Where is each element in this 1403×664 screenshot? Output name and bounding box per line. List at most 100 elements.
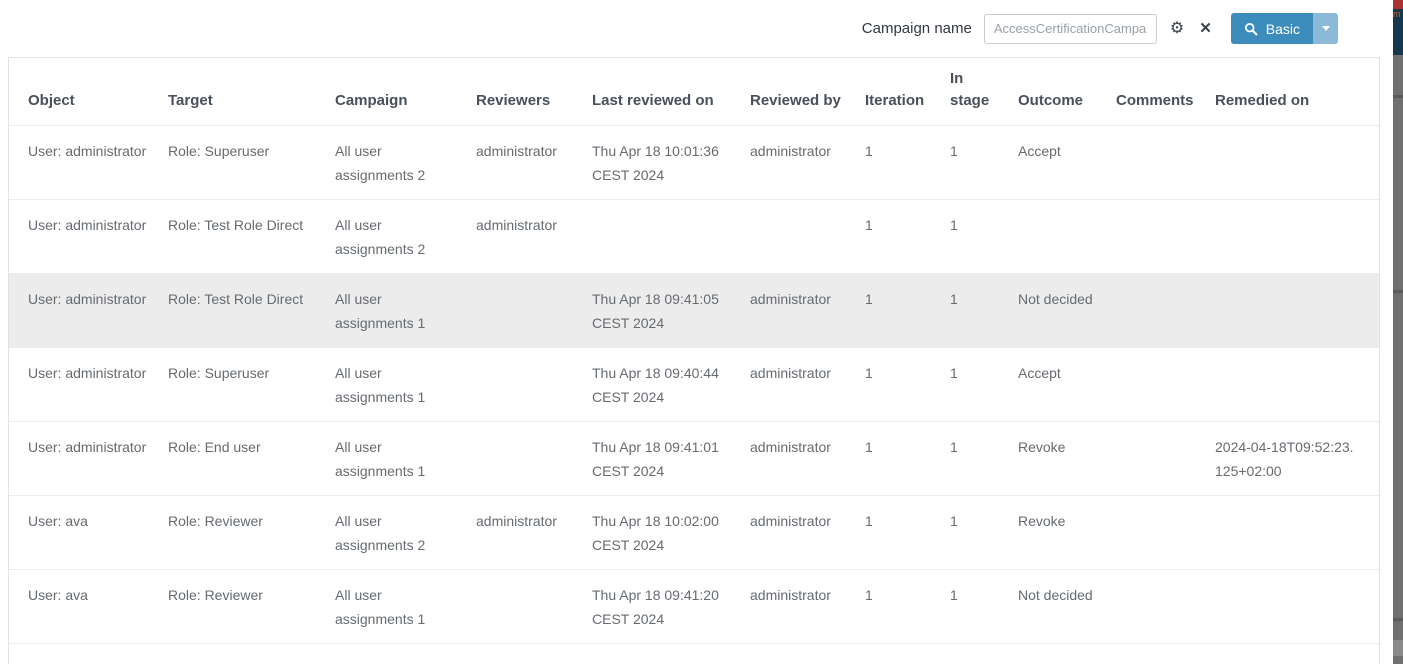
basic-search-label: Basic xyxy=(1266,21,1300,37)
cell-outcome: Not decided xyxy=(1018,274,1116,348)
column-header-remedied_on[interactable]: Remedied on xyxy=(1215,58,1380,126)
column-header-last_reviewed_on[interactable]: Last reviewed on xyxy=(592,58,750,126)
cell-remedied_on xyxy=(1215,274,1380,348)
column-header-outcome[interactable]: Outcome xyxy=(1018,58,1116,126)
column-header-comments[interactable]: Comments xyxy=(1116,58,1215,126)
cell-remedied_on: 2024-04-18T09:52:23.125+02:00 xyxy=(1215,644,1380,664)
table-row[interactable]: User: avaRole: ReviewerAll user assignme… xyxy=(9,570,1380,644)
cell-target: Role: Reviewer xyxy=(168,570,335,644)
table-row[interactable]: User: administratorRole: End userAll use… xyxy=(9,422,1380,496)
cell-object: User: administrator xyxy=(9,348,168,422)
magnifier-icon xyxy=(1244,22,1258,36)
cell-comments xyxy=(1116,200,1215,274)
cell-comments xyxy=(1116,422,1215,496)
cell-outcome: Accept xyxy=(1018,126,1116,200)
cell-object: User: ava xyxy=(9,496,168,570)
cell-object: User: bob xyxy=(9,644,168,664)
table-row[interactable]: User: avaRole: ReviewerAll user assignme… xyxy=(9,496,1380,570)
cell-reviewed_by: administrator xyxy=(750,570,865,644)
cell-last_reviewed_on: Thu Apr 18 10:01:36 CEST 2024 xyxy=(592,126,750,200)
cell-campaign: All user assignments 2 xyxy=(335,200,476,274)
cell-in_stage: 1 xyxy=(950,200,1018,274)
basic-search-button[interactable]: Basic xyxy=(1231,13,1313,44)
sliver-divider xyxy=(1393,95,1403,98)
cell-object: User: administrator xyxy=(9,200,168,274)
cell-target: Role: Superuser xyxy=(168,348,335,422)
sliver-light-block xyxy=(1393,640,1403,656)
campaign-name-input[interactable] xyxy=(984,14,1157,44)
cell-last_reviewed_on: Thu Apr 18 09:41:20 CEST 2024 xyxy=(592,570,750,644)
cell-iteration: 1 xyxy=(865,348,950,422)
cell-outcome: Revoke xyxy=(1018,422,1116,496)
cell-target: Role: Test Role Direct xyxy=(168,274,335,348)
clear-search-icon[interactable]: ✕ xyxy=(1197,19,1214,38)
column-header-campaign[interactable]: Campaign xyxy=(335,58,476,126)
cell-campaign: All user assignments 2 xyxy=(335,126,476,200)
cell-reviewers xyxy=(476,644,592,664)
cell-reviewers xyxy=(476,348,592,422)
cell-reviewers xyxy=(476,570,592,644)
cell-remedied_on xyxy=(1215,200,1380,274)
cell-object: User: administrator xyxy=(9,126,168,200)
cell-outcome: Revoke xyxy=(1018,644,1116,664)
cell-reviewers: administrator xyxy=(476,496,592,570)
cell-iteration: 1 xyxy=(865,422,950,496)
certification-decisions-panel: ObjectTargetCampaignReviewersLast review… xyxy=(8,57,1380,664)
cell-reviewed_by: administrator xyxy=(750,644,865,664)
table-row[interactable]: User: bobRole: DeveloperAll user assignm… xyxy=(9,644,1380,664)
cell-reviewed_by: administrator xyxy=(750,348,865,422)
cell-campaign: All user assignments 2 xyxy=(335,496,476,570)
cell-last_reviewed_on: Thu Apr 18 10:02:00 CEST 2024 xyxy=(592,496,750,570)
sliver-red-block xyxy=(1393,0,1403,9)
column-header-in_stage[interactable]: In stage xyxy=(950,58,1018,126)
cell-in_stage: 1 xyxy=(950,422,1018,496)
cell-reviewed_by: administrator xyxy=(750,496,865,570)
table-row[interactable]: User: administratorRole: SuperuserAll us… xyxy=(9,126,1380,200)
cell-object: User: administrator xyxy=(9,422,168,496)
cell-comments xyxy=(1116,570,1215,644)
cell-target: Role: Developer xyxy=(168,644,335,664)
table-row[interactable]: User: administratorRole: SuperuserAll us… xyxy=(9,348,1380,422)
column-header-object[interactable]: Object xyxy=(9,58,168,126)
cell-iteration: 1 xyxy=(865,496,950,570)
cell-in_stage: 1 xyxy=(950,348,1018,422)
cell-last_reviewed_on: Thu Apr 18 09:41:01 CEST 2024 xyxy=(592,422,750,496)
table-row[interactable]: User: administratorRole: Test Role Direc… xyxy=(9,200,1380,274)
caret-down-icon xyxy=(1322,26,1330,31)
cell-remedied_on: 2024-04-18T09:52:23.125+02:00 xyxy=(1215,422,1380,496)
cell-reviewed_by: administrator xyxy=(750,422,865,496)
cell-iteration: 1 xyxy=(865,570,950,644)
cell-remedied_on xyxy=(1215,570,1380,644)
cell-reviewed_by: administrator xyxy=(750,274,865,348)
certification-items-table: ObjectTargetCampaignReviewersLast review… xyxy=(9,58,1380,664)
table-row[interactable]: User: administratorRole: Test Role Direc… xyxy=(9,274,1380,348)
cell-outcome: Accept xyxy=(1018,348,1116,422)
cell-campaign: All user assignments 1 xyxy=(335,348,476,422)
column-header-target[interactable]: Target xyxy=(168,58,335,126)
cell-remedied_on xyxy=(1215,126,1380,200)
search-mode-dropdown-button[interactable] xyxy=(1313,13,1338,44)
cell-reviewers xyxy=(476,422,592,496)
cell-comments xyxy=(1116,644,1215,664)
cell-target: Role: Test Role Direct xyxy=(168,200,335,274)
cell-reviewers: administrator xyxy=(476,200,592,274)
table-header-row: ObjectTargetCampaignReviewersLast review… xyxy=(9,58,1380,126)
cell-outcome: Not decided xyxy=(1018,570,1116,644)
cell-in_stage: 1 xyxy=(950,644,1018,664)
sliver-navy-header: m xyxy=(1393,9,1403,55)
cell-iteration: 1 xyxy=(865,200,950,274)
column-header-iteration[interactable]: Iteration xyxy=(865,58,950,126)
cell-remedied_on xyxy=(1215,496,1380,570)
cell-last_reviewed_on: Thu Apr 18 09:40:44 CEST 2024 xyxy=(592,348,750,422)
sliver-divider xyxy=(1393,290,1403,293)
search-settings-gear-icon[interactable]: ⚙ xyxy=(1168,19,1186,39)
cell-outcome: Revoke xyxy=(1018,496,1116,570)
column-header-reviewed_by[interactable]: Reviewed by xyxy=(750,58,865,126)
cell-reviewers xyxy=(476,274,592,348)
cell-comments xyxy=(1116,496,1215,570)
cell-comments xyxy=(1116,348,1215,422)
search-split-button: Basic xyxy=(1231,13,1338,44)
cell-in_stage: 1 xyxy=(950,570,1018,644)
cell-campaign: All user assignments 1 xyxy=(335,422,476,496)
column-header-reviewers[interactable]: Reviewers xyxy=(476,58,592,126)
